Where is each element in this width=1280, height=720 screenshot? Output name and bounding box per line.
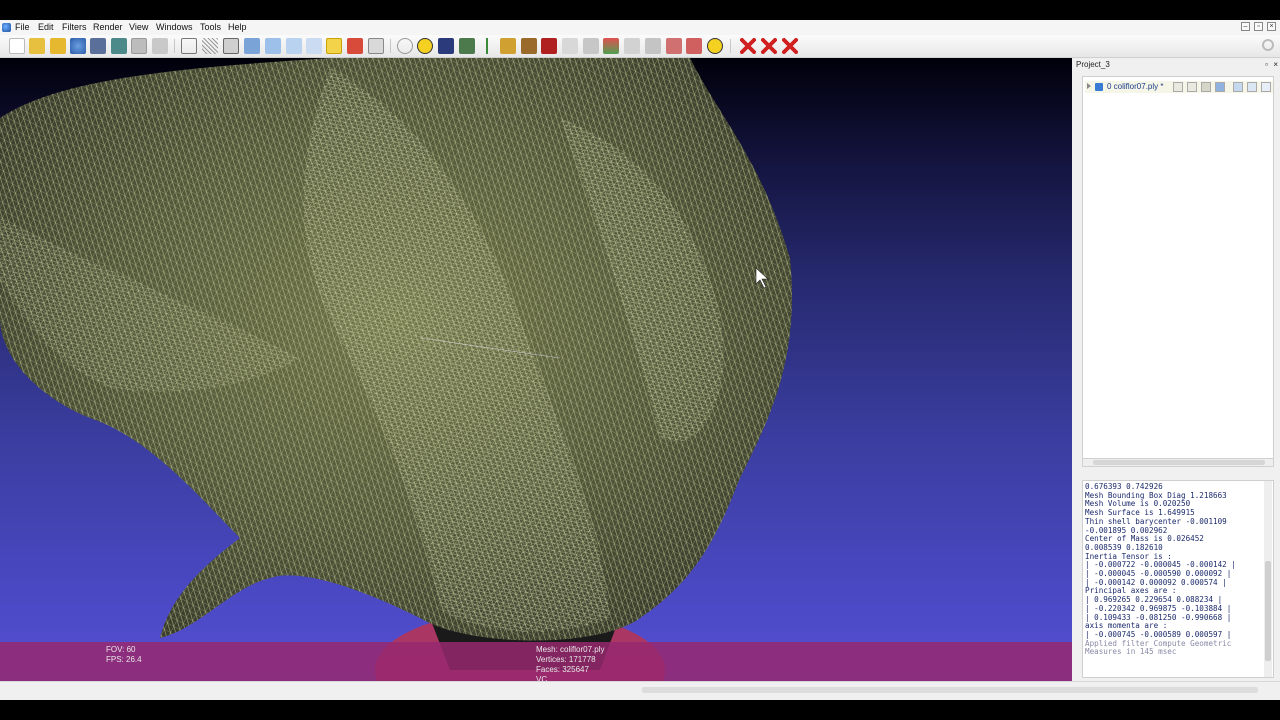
toolbar-separator	[390, 39, 391, 53]
log-panel: 0.676393 0.742926 Mesh Bounding Box Diag …	[1082, 480, 1274, 678]
color-icon[interactable]	[347, 38, 363, 54]
delete-all-icon[interactable]	[782, 38, 798, 54]
close-button[interactable]: ×	[1267, 22, 1276, 31]
menu-edit[interactable]: Edit	[38, 22, 54, 32]
close-panel-icon[interactable]: ×	[1273, 60, 1278, 69]
restore-button[interactable]: ▫	[1254, 22, 1263, 31]
open-icon[interactable]	[29, 38, 45, 54]
layer-points-icon[interactable]	[1187, 82, 1197, 92]
visibility-eye-icon[interactable]	[1095, 83, 1103, 91]
z-paint-icon[interactable]	[645, 38, 661, 54]
points-icon[interactable]	[202, 38, 218, 54]
log-vscroll[interactable]	[1264, 481, 1272, 677]
bbox-icon[interactable]	[181, 38, 197, 54]
search-icon[interactable]	[1262, 39, 1274, 51]
layer-panel: 0 coliflor07.ply *	[1082, 76, 1274, 459]
snapshot-icon[interactable]	[111, 38, 127, 54]
project-title: Project_3	[1076, 60, 1110, 69]
log-text: 0.676393 0.742926 Mesh Bounding Box Diag …	[1085, 482, 1263, 657]
fov-readout: FOV: 60	[106, 645, 136, 654]
brush-icon[interactable]	[521, 38, 537, 54]
info-icon[interactable]	[707, 38, 723, 54]
toolbar-separator	[174, 39, 175, 53]
log-applied-line: Measures in 145 msec	[1085, 647, 1177, 657]
mesh-name-readout: Mesh: coliflor07.ply	[536, 645, 605, 654]
top-letterbox	[0, 0, 1280, 20]
measure-icon[interactable]	[368, 38, 384, 54]
menu-bar: File Edit Filters Render View Windows To…	[0, 20, 1280, 35]
hidden-lines-icon[interactable]	[244, 38, 260, 54]
progress-track	[642, 687, 1258, 693]
select-connected-icon[interactable]	[583, 38, 599, 54]
quality-icon[interactable]	[686, 38, 702, 54]
select-area-icon[interactable]	[624, 38, 640, 54]
texture-icon[interactable]	[306, 38, 322, 54]
layer-wire-icon[interactable]	[1201, 82, 1211, 92]
minimize-button[interactable]: –	[1241, 22, 1250, 31]
status-bar	[0, 681, 1280, 700]
paint-icon[interactable]	[500, 38, 516, 54]
menu-tools[interactable]: Tools	[200, 22, 221, 32]
light-icon[interactable]	[326, 38, 342, 54]
select-faces-icon[interactable]	[562, 38, 578, 54]
layer-texture-icon[interactable]	[1247, 82, 1257, 92]
trackball-icon[interactable]	[397, 38, 413, 54]
menu-file[interactable]: File	[15, 22, 30, 32]
mesh-render	[0, 58, 792, 681]
vertices-readout: Vertices: 171778	[536, 655, 596, 664]
delete-vertices-icon[interactable]	[740, 38, 756, 54]
layer-flat-icon[interactable]	[1215, 82, 1225, 92]
select-vertex-icon[interactable]	[459, 38, 475, 54]
meshlab-window: File Edit Filters Render View Windows To…	[0, 20, 1280, 700]
hud-left: FOV: 60 FPS: 26.4	[106, 645, 142, 665]
color-paint-icon[interactable]	[603, 38, 619, 54]
new-icon[interactable]	[9, 38, 25, 54]
menu-view[interactable]: View	[129, 22, 148, 32]
pick-icon[interactable]	[541, 38, 557, 54]
annotation-icon[interactable]	[417, 38, 433, 54]
main-toolbar	[0, 35, 1280, 58]
3d-viewport[interactable]: FOV: 60 FPS: 26.4 Mesh: coliflor07.ply V…	[0, 58, 1072, 681]
raster-icon[interactable]	[438, 38, 454, 54]
hud-mesh-info: Mesh: coliflor07.ply Vertices: 171778 Fa…	[536, 645, 604, 681]
smooth-icon[interactable]	[286, 38, 302, 54]
wireframe-icon[interactable]	[223, 38, 239, 54]
menu-filters[interactable]: Filters	[62, 22, 87, 32]
print-icon[interactable]	[152, 38, 168, 54]
layer-panel-hscroll[interactable]	[1082, 458, 1274, 467]
menu-help[interactable]: Help	[228, 22, 247, 32]
faces-readout: Faces: 325647	[536, 665, 589, 674]
delete-faces-icon[interactable]	[761, 38, 777, 54]
project-panel-header: Project_3 ▫ ×	[1076, 60, 1280, 71]
layer-row[interactable]: 0 coliflor07.ply *	[1085, 81, 1273, 93]
align-icon[interactable]	[479, 38, 495, 54]
meshlab-logo-icon	[2, 23, 11, 32]
open-project-icon[interactable]	[50, 38, 66, 54]
bottom-letterbox	[0, 700, 1280, 720]
layer-smooth-icon[interactable]	[1233, 82, 1243, 92]
copy-icon[interactable]	[131, 38, 147, 54]
flat-icon[interactable]	[265, 38, 281, 54]
vscroll-thumb[interactable]	[1265, 561, 1271, 661]
reload-icon[interactable]	[70, 38, 86, 54]
layer-color-icon[interactable]	[1261, 82, 1271, 92]
toolbar-separator	[730, 39, 731, 53]
float-panel-icon[interactable]: ▫	[1265, 60, 1268, 69]
save-icon[interactable]	[90, 38, 106, 54]
sample-icon[interactable]	[666, 38, 682, 54]
menu-windows[interactable]: Windows	[156, 22, 193, 32]
expand-arrow-icon[interactable]	[1087, 83, 1091, 89]
hscroll-thumb[interactable]	[1093, 460, 1265, 465]
fps-readout: FPS: 26.4	[106, 655, 142, 664]
layer-name: 0 coliflor07.ply *	[1107, 82, 1164, 91]
layer-bbox-icon[interactable]	[1173, 82, 1183, 92]
menu-render[interactable]: Render	[93, 22, 123, 32]
window-controls: – ▫ ×	[1241, 22, 1276, 31]
